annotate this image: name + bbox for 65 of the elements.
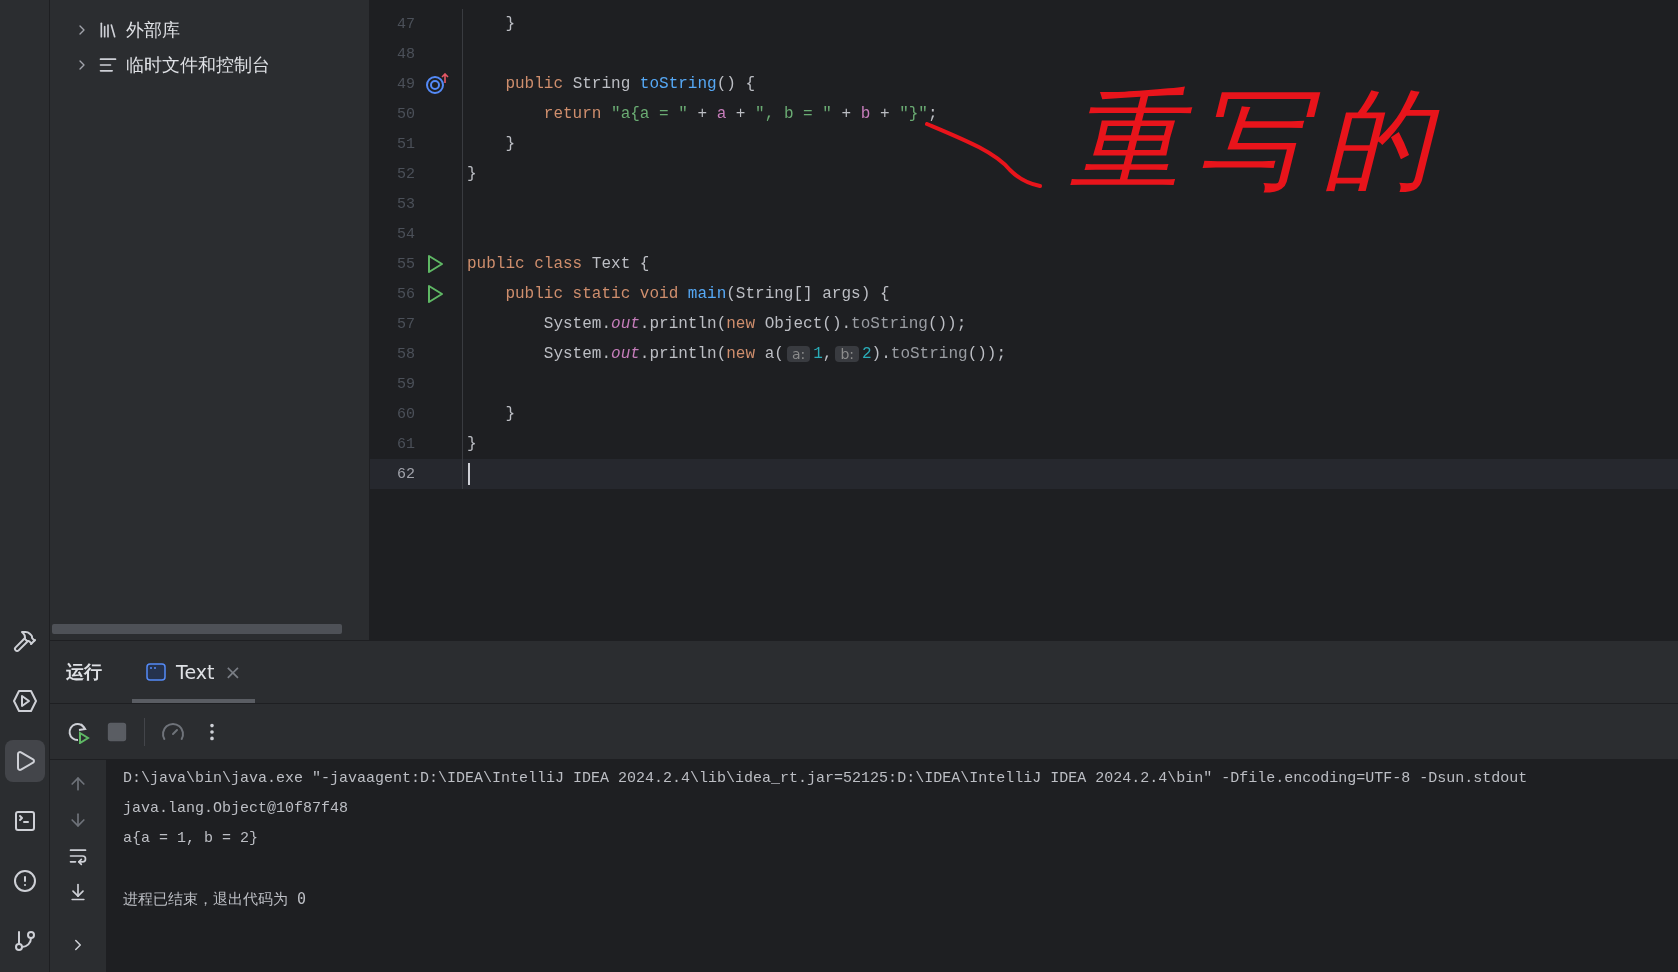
code-token: String [572,75,632,93]
code-token: a( [764,345,784,363]
run-tab[interactable]: Text × [132,641,256,703]
code-token: 1 [813,345,823,363]
code-token: new [726,345,757,363]
run-icon[interactable] [4,740,45,782]
code-token: 2 [862,345,872,363]
code-token: } [504,135,515,153]
code-token: return [542,105,603,123]
code-token: , [822,345,833,363]
code-token: toString [890,345,968,363]
console-output: java.lang.Object@10f87f48 [123,799,350,819]
code-token: "a{a = " [611,105,688,123]
run-icon[interactable] [425,284,445,304]
console-status: 进程已结束，退出代码为 0 [123,889,308,910]
code-token: System. [542,315,612,333]
code-token: + [696,105,709,123]
code-token: ). [871,345,891,363]
tree-item[interactable]: 外部库 [126,17,180,42]
handwritten-annotation: 重写的 [1070,85,1448,195]
code-token: out [611,345,640,363]
code-token: toString [851,315,928,333]
parameter-hint: a: [786,346,811,362]
parameter-hint: b: [835,346,859,362]
window-icon [146,663,166,681]
code-token: public class [467,255,584,273]
scroll-to-end-icon[interactable] [68,882,88,902]
tree-item[interactable]: 临时文件和控制台 [126,52,270,77]
code-token: } [467,435,477,453]
scrollbar[interactable] [52,624,342,634]
override-icon[interactable] [425,73,449,95]
code-token: .println( [639,315,727,333]
code-token: ; [927,105,938,123]
code-token: new [726,315,757,333]
console-command: D:\java\bin\java.exe "-javaagent:D:\IDEA\IntelliJ IDEA 2024.2.4\lib\idea_rt.jar=52125:D:\IDEA\IntelliJ IDEA 2024.2.4\bin" -Dfile.encoding=UTF-8 -Dsun.stdout [123,769,1529,789]
code-token: + [878,105,891,123]
code-token: Text { [591,255,650,273]
panel-title: 运行 [66,660,102,684]
code-token: main [687,285,727,303]
tab-label: Text [176,661,215,683]
code-token: } [467,165,477,183]
code-token: a [716,105,727,123]
run-icon[interactable] [425,254,445,274]
code-token: .println( [639,345,727,363]
code-token: } [504,15,515,33]
code-token: "}" [899,105,928,123]
code-token: + [734,105,747,123]
code-token: public static void [504,285,680,303]
code-token: () { [716,75,756,93]
code-token: Object(). [764,315,852,333]
code-token: + [840,105,853,123]
code-token: (String[] args) { [726,285,890,303]
code-token: } [504,405,515,423]
text-caret [468,463,470,485]
code-token: toString [639,75,717,93]
code-token: out [611,315,640,333]
line-number: 62 [396,465,415,483]
console-output: a{a = 1, b = 2} [123,829,260,849]
code-token: b [860,105,871,123]
code-token: ", b = " [755,105,832,123]
code-token: ()); [967,345,1007,363]
wrap-text-icon[interactable] [68,846,88,866]
code-token: System. [542,345,612,363]
code-token: public [504,75,564,93]
code-token: ()); [927,315,967,333]
